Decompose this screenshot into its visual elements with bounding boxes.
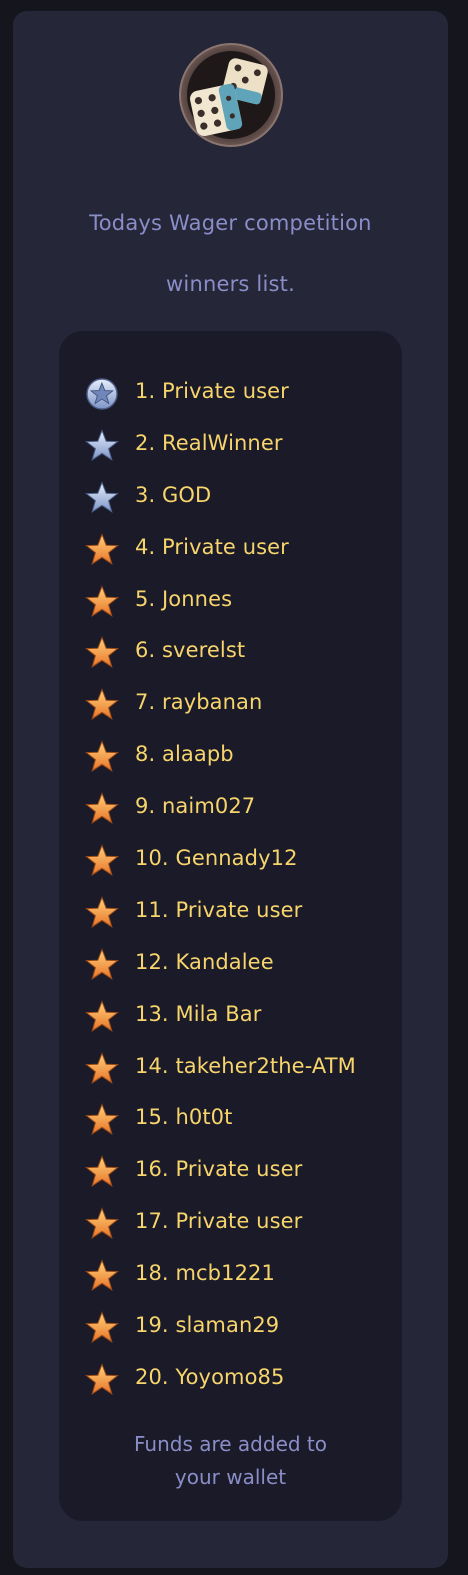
gold-star-icon	[85, 584, 119, 617]
footer-line1: Funds are added to	[133, 1432, 328, 1456]
page-title-line2: winners list.	[166, 272, 295, 296]
winner-name: 20. Yoyomo85	[135, 1364, 285, 1389]
winner-name: 17. Private user	[135, 1209, 303, 1234]
gold-star-icon	[85, 844, 119, 876]
page-title-line1: Todays Wager competition	[89, 211, 372, 235]
gold-star-icon	[85, 792, 119, 825]
gold-star-icon	[85, 1155, 119, 1188]
winner-name: 18. mcb1221	[135, 1261, 275, 1286]
gold-star-icon	[85, 1311, 119, 1343]
gold-star-icon	[85, 947, 119, 980]
silver-star-icon	[85, 429, 119, 461]
winners-panel: 1. Private user 2. RealWinner 3. GOD 4. Pri…	[59, 331, 402, 1521]
winner-name: 1. Private user	[135, 379, 289, 403]
winner-name: 7. raybanan	[135, 690, 263, 715]
winner-name: 15. h0t0t	[135, 1105, 233, 1130]
gold-star-icon	[85, 1207, 119, 1240]
gold-star-icon	[85, 1259, 119, 1292]
gold-star-icon	[85, 1051, 119, 1084]
star-medal-icon	[86, 378, 118, 410]
winner-name: 2. RealWinner	[135, 430, 283, 455]
gold-star-icon	[85, 1103, 119, 1136]
footer-note: Funds are added to your wallet	[59, 1428, 402, 1494]
gold-star-icon	[85, 1363, 119, 1395]
winner-name: 5. Jonnes	[135, 586, 233, 611]
winner-name: 11. Private user	[135, 897, 303, 922]
gold-star-icon	[85, 740, 119, 773]
winner-name: 12. Kandalee	[135, 949, 274, 974]
winner-name: 16. Private user	[135, 1157, 303, 1182]
winner-name: 4. Private user	[135, 534, 289, 559]
winner-name: 14. takeher2the-ATM	[135, 1053, 356, 1078]
gold-star-icon	[85, 896, 119, 928]
gold-star-icon	[85, 636, 119, 669]
competition-card: Todays Wager competition winners list. 1…	[13, 11, 448, 1568]
gold-star-icon	[85, 999, 119, 1032]
winner-name: 10. Gennady12	[135, 846, 298, 871]
winner-name: 19. slaman29	[135, 1313, 280, 1338]
winner-name: 8. alaapb	[135, 742, 234, 767]
winner-name: 3. GOD	[135, 482, 212, 507]
gold-star-icon	[85, 688, 119, 721]
winner-name: 13. Mila Bar	[135, 1001, 262, 1026]
gold-star-icon	[85, 532, 119, 565]
dice-logo-icon	[179, 43, 283, 147]
winner-name: 6. sverelst	[135, 638, 246, 663]
footer-line2: your wallet	[174, 1465, 287, 1489]
silver-star-icon	[85, 480, 119, 513]
winner-name: 9. naim027	[135, 794, 256, 819]
